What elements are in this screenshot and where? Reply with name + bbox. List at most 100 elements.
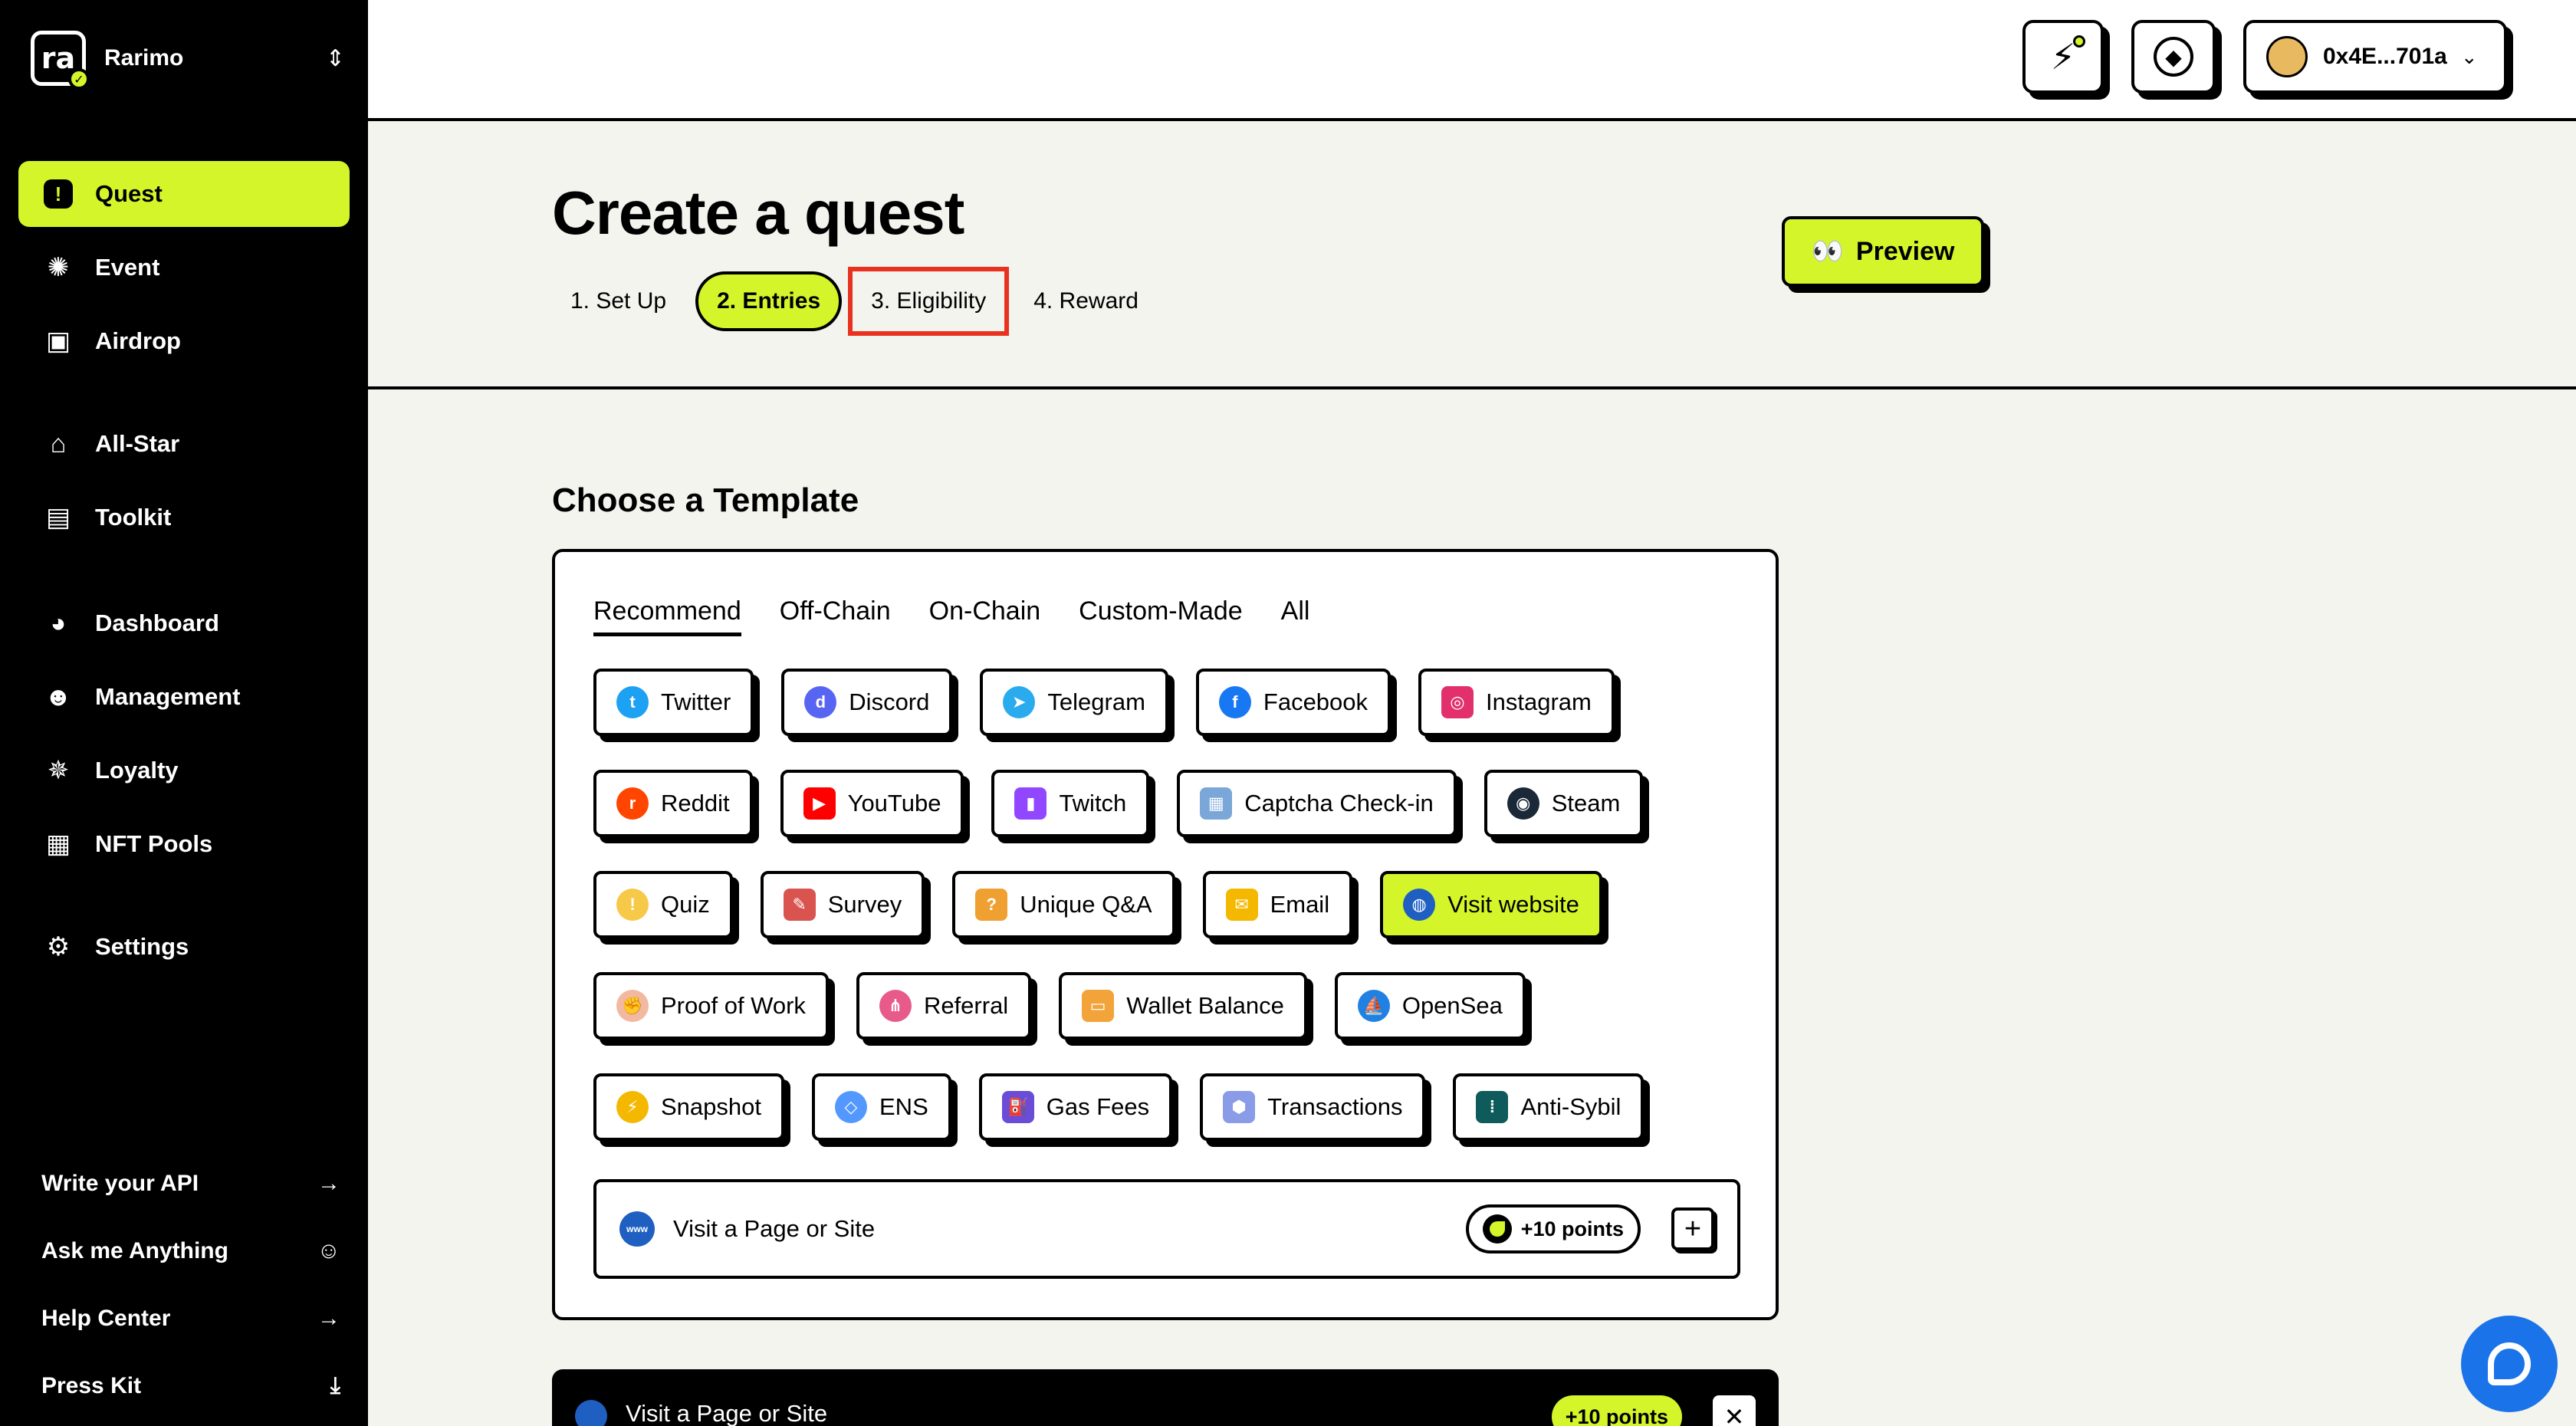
chat-support-button[interactable]	[2461, 1316, 2558, 1412]
template-reddit[interactable]: r Reddit	[593, 770, 753, 837]
template-discord[interactable]: d Discord	[781, 669, 953, 736]
write-api-link[interactable]: Write your API →	[41, 1150, 340, 1217]
sidebar-item-airdrop[interactable]: ▣ Airdrop	[18, 308, 350, 374]
template-referral[interactable]: ⋔ Referral	[856, 972, 1032, 1040]
template-label: Discord	[849, 688, 930, 715]
template-opensea[interactable]: ⛵ OpenSea	[1334, 972, 1526, 1040]
added-entry[interactable]: Visit a Page or Site +10 points ✕	[552, 1369, 1779, 1426]
link-label: Write your API	[41, 1171, 199, 1196]
tab-recommend[interactable]: Recommend	[593, 596, 741, 636]
step-entries[interactable]: 2. Entries	[695, 271, 843, 331]
tab-custom-made[interactable]: Custom-Made	[1079, 596, 1243, 636]
workspace-switcher[interactable]: ra ✓ Rarimo ⇕	[31, 31, 345, 90]
help-center-link[interactable]: Help Center →	[41, 1285, 340, 1352]
question-icon: ?	[975, 889, 1008, 921]
logo-text: ra	[41, 41, 76, 75]
template-youtube[interactable]: ▶ YouTube	[780, 770, 964, 837]
link-label: Help Center	[41, 1306, 171, 1331]
entry-label: Visit a Page or Site	[626, 1400, 828, 1426]
wallet-icon: ▭	[1082, 990, 1115, 1022]
section-title: Choose a Template	[552, 481, 859, 519]
sidebar-item-label: Settings	[95, 933, 189, 960]
party-icon: ✺	[47, 253, 70, 282]
template-quiz[interactable]: ! Quiz	[593, 871, 733, 938]
discord-icon: d	[804, 686, 837, 718]
sidebar-footer-links: Write your API → Ask me Anything ☺ Help …	[41, 1150, 340, 1420]
chat-icon	[2488, 1342, 2531, 1385]
template-unique-qa[interactable]: ? Unique Q&A	[952, 871, 1175, 938]
template-facebook[interactable]: f Facebook	[1195, 669, 1392, 736]
sidebar-item-label: Loyalty	[95, 757, 179, 784]
template-gas-fees[interactable]: ⛽ Gas Fees	[978, 1073, 1173, 1141]
ens-icon: ◇	[835, 1091, 867, 1123]
points-badge: +10 points	[1551, 1395, 1682, 1426]
template-telegram[interactable]: ➤ Telegram	[980, 669, 1168, 736]
wallet-button[interactable]: 0x4E...701a ⌄	[2243, 20, 2507, 94]
template-email[interactable]: ✉ Email	[1202, 871, 1353, 938]
sidebar-item-all-star[interactable]: ⌂ All-Star	[18, 411, 350, 477]
template-captcha[interactable]: ▦ Captcha Check-in	[1177, 770, 1457, 837]
template-wallet-balance[interactable]: ▭ Wallet Balance	[1059, 972, 1307, 1040]
tab-on-chain[interactable]: On-Chain	[929, 596, 1041, 636]
sparkle-icon: ✵	[47, 756, 70, 785]
template-steam[interactable]: ◉ Steam	[1484, 770, 1644, 837]
lightning-icon: ⚡	[616, 1091, 649, 1123]
globe-icon	[575, 1400, 607, 1426]
tab-off-chain[interactable]: Off-Chain	[780, 596, 891, 636]
sidebar-item-loyalty[interactable]: ✵ Loyalty	[18, 738, 350, 803]
sidebar-item-nft-pools[interactable]: ▦ NFT Pools	[18, 811, 350, 877]
stepper: 1. Set Up 2. Entries 3. Eligibility 4. R…	[552, 267, 1168, 336]
lightning-icon: ⚡	[2050, 37, 2076, 77]
template-ens[interactable]: ◇ ENS	[812, 1073, 951, 1141]
ask-me-anything-link[interactable]: Ask me Anything ☺	[41, 1217, 340, 1285]
nav-group-data: ◕ Dashboard ☻ Management ✵ Loyalty ▦ NFT…	[18, 590, 350, 885]
sidebar: ra ✓ Rarimo ⇕ ! Quest ✺ Event ▣ Airdrop …	[0, 0, 368, 1426]
envelope-icon: ✉	[1225, 889, 1258, 921]
step-reward[interactable]: 4. Reward	[1015, 271, 1157, 331]
sidebar-item-quest[interactable]: ! Quest	[18, 161, 350, 227]
link-label: Ask me Anything	[41, 1238, 228, 1263]
template-anti-sybil[interactable]: ⁞ Anti-Sybil	[1453, 1073, 1644, 1141]
rarimo-logo: ra ✓	[31, 31, 90, 90]
template-survey[interactable]: ✎ Survey	[760, 871, 925, 938]
template-twitter[interactable]: t Twitter	[593, 669, 754, 736]
template-instagram[interactable]: ◎ Instagram	[1418, 669, 1615, 736]
sidebar-item-settings[interactable]: ⚙ Settings	[18, 914, 350, 980]
calendar-icon: ▦	[1200, 787, 1233, 820]
add-entry-button[interactable]: +	[1671, 1208, 1714, 1250]
preview-label: Preview	[1855, 236, 1955, 266]
sidebar-item-label: Management	[95, 683, 241, 710]
tab-all[interactable]: All	[1281, 596, 1310, 636]
template-label: Telegram	[1047, 688, 1145, 715]
sidebar-item-toolkit[interactable]: ▤ Toolkit	[18, 485, 350, 550]
step-eligibility[interactable]: 3. Eligibility	[848, 267, 1010, 336]
notifications-button[interactable]: ⚡	[2022, 20, 2104, 94]
anti-sybil-icon: ⁞	[1476, 1091, 1509, 1123]
sidebar-item-management[interactable]: ☻ Management	[18, 664, 350, 730]
template-visit-website[interactable]: ◍ Visit website	[1380, 871, 1602, 938]
remove-entry-button[interactable]: ✕	[1713, 1395, 1756, 1426]
astronaut-icon: ☺	[317, 1238, 340, 1263]
selected-entry[interactable]: www Visit a Page or Site +10 points +	[593, 1179, 1740, 1279]
template-transactions[interactable]: ⬢ Transactions	[1200, 1073, 1426, 1141]
template-twitch[interactable]: ▮ Twitch	[991, 770, 1150, 837]
template-snapshot[interactable]: ⚡ Snapshot	[593, 1073, 784, 1141]
press-kit-link[interactable]: Press Kit ⤓	[41, 1352, 340, 1420]
nav-group-main: ! Quest ✺ Event ▣ Airdrop	[18, 161, 350, 382]
page-title: Create a quest	[552, 179, 964, 247]
globe-icon: ◍	[1403, 889, 1436, 921]
sidebar-item-dashboard[interactable]: ◕ Dashboard	[18, 590, 350, 656]
sidebar-item-label: NFT Pools	[95, 830, 213, 857]
template-label: Quiz	[661, 891, 710, 918]
template-label: Wallet Balance	[1126, 992, 1284, 1019]
network-button[interactable]: ◆	[2131, 20, 2216, 94]
preview-button[interactable]: 👀 Preview	[1782, 216, 1984, 287]
template-row: r Reddit ▶ YouTube ▮ Twitch ▦ Captcha Check-…	[593, 770, 1671, 837]
sidebar-item-event[interactable]: ✺ Event	[18, 235, 350, 301]
template-proof-of-work[interactable]: ✊ Proof of Work	[593, 972, 829, 1040]
telegram-icon: ➤	[1003, 686, 1036, 718]
youtube-icon: ▶	[803, 787, 836, 820]
workspace-name: Rarimo	[104, 45, 184, 71]
step-setup[interactable]: 1. Set Up	[552, 271, 685, 331]
template-row: ! Quiz ✎ Survey ? Unique Q&A ✉ Email ◍ Visit …	[593, 871, 1630, 938]
